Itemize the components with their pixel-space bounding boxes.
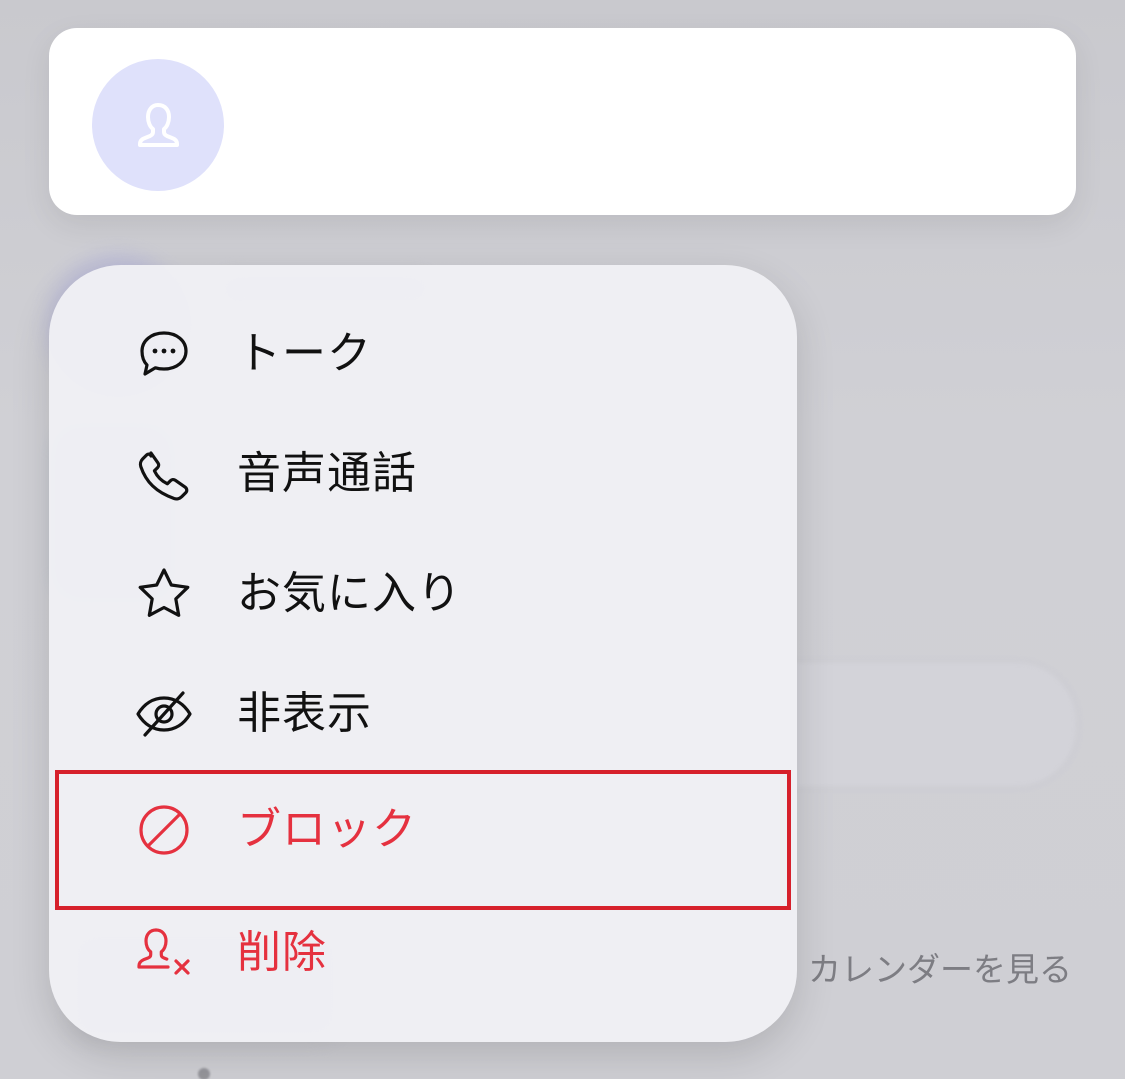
remove-user-icon xyxy=(132,921,196,985)
context-menu: トーク 音声通話 お気に入り 非表示 ブロック 削除 xyxy=(49,265,797,1042)
blurred-dot xyxy=(198,1068,210,1079)
menu-item-hide[interactable]: 非表示 xyxy=(49,654,797,774)
star-icon xyxy=(132,562,196,626)
menu-item-label: トーク xyxy=(237,328,372,379)
menu-item-label: 削除 xyxy=(237,927,327,978)
contact-avatar[interactable] xyxy=(92,59,224,191)
contact-card[interactable] xyxy=(49,28,1076,215)
menu-item-talk[interactable]: トーク xyxy=(49,294,797,414)
phone-icon xyxy=(132,442,196,506)
block-icon xyxy=(132,798,196,862)
menu-item-label: ブロック xyxy=(237,804,417,855)
menu-item-label: 非表示 xyxy=(237,688,372,739)
chat-bubble-icon xyxy=(132,322,196,386)
menu-item-label: 音声通話 xyxy=(237,448,417,499)
menu-item-delete[interactable]: 削除 xyxy=(49,893,797,1013)
calendar-link[interactable]: カレンダーを見る xyxy=(808,950,1072,990)
menu-item-voice-call[interactable]: 音声通話 xyxy=(49,414,797,534)
menu-item-favorite[interactable]: お気に入り xyxy=(49,534,797,654)
eye-off-icon xyxy=(132,682,196,746)
menu-item-block[interactable]: ブロック xyxy=(49,770,797,910)
menu-item-label: お気に入り xyxy=(237,568,462,619)
person-icon xyxy=(138,103,179,147)
